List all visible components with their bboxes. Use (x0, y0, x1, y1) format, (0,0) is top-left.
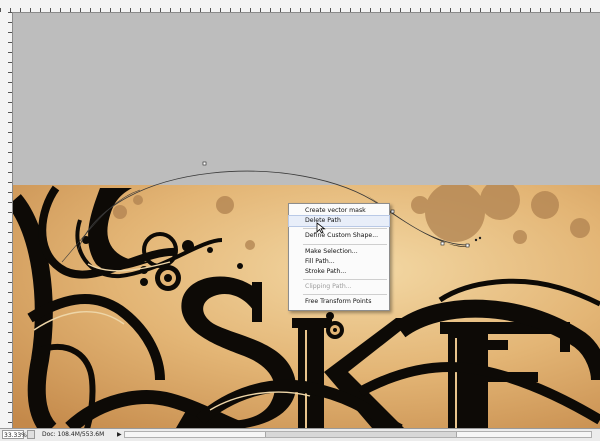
anchor-point[interactable] (390, 209, 395, 214)
horizontal-scrollbar[interactable] (124, 431, 592, 438)
zoom-level-field[interactable]: 33.33% (2, 430, 27, 439)
menu-item-free-transform-points[interactable]: Free Transform Points (289, 297, 389, 307)
anchor-point[interactable] (465, 243, 470, 248)
menu-separator (303, 294, 387, 296)
menu-item-delete-path[interactable]: Delete Path (288, 215, 390, 228)
anchor-point[interactable] (440, 241, 445, 246)
status-bar: 33.33% Doc: 108.4M/553.6M ▶ (0, 428, 600, 441)
path-context-menu: Create vector mask Delete Path Define Cu… (288, 203, 390, 311)
menu-item-create-vector-mask[interactable]: Create vector mask (289, 206, 389, 216)
document-size-info: Doc: 108.4M/553.6M (42, 431, 105, 438)
menu-separator (303, 279, 387, 281)
menu-item-make-selection[interactable]: Make Selection... (289, 247, 389, 257)
menu-item-clipping-path: Clipping Path... (305, 283, 352, 291)
menu-item-stroke-path[interactable]: Stroke Path... (289, 267, 389, 277)
photoshop-workspace: Create vector mask Delete Path Define Cu… (0, 0, 600, 441)
menu-separator (303, 243, 387, 245)
mouse-pointer-icon (316, 222, 326, 234)
anchor-point[interactable] (202, 161, 207, 166)
status-menu-arrow-icon[interactable]: ▶ (117, 430, 122, 440)
menu-item-define-custom-shape[interactable]: Define Custom Shape... (289, 231, 389, 241)
scrollbar-thumb[interactable] (265, 432, 457, 437)
status-icon[interactable] (27, 430, 35, 439)
menu-item-fill-path[interactable]: Fill Path... (289, 257, 389, 267)
letter-s-serif (252, 282, 262, 322)
